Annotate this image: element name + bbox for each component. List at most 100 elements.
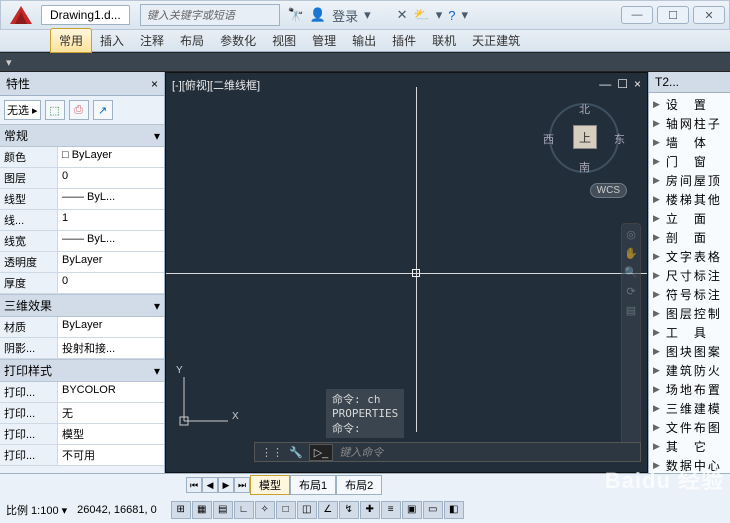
tree-item[interactable]: ▶尺寸标注 — [649, 266, 730, 285]
ribbon-tab-5[interactable]: 视图 — [264, 29, 304, 52]
ribbon-tab-9[interactable]: 联机 — [424, 29, 464, 52]
expand-icon[interactable]: ▶ — [653, 441, 662, 452]
tab-next-button[interactable]: ▶ — [218, 477, 234, 493]
scale-dropdown[interactable]: 比例 1:100 ▾ — [6, 502, 67, 518]
tree-item[interactable]: ▶图层控制 — [649, 304, 730, 323]
file-tab[interactable]: Drawing1.d... — [41, 5, 130, 25]
expand-icon[interactable]: ▶ — [653, 156, 662, 167]
prop-row[interactable]: 打印...不可用 — [0, 445, 164, 466]
sb-sc[interactable]: ◧ — [444, 501, 464, 519]
tab-last-button[interactable]: ⏭ — [234, 477, 250, 493]
prop-row[interactable]: 线...1 — [0, 210, 164, 231]
binoculars-icon[interactable]: 🔭 — [288, 7, 304, 23]
expand-icon[interactable]: ▶ — [653, 251, 662, 262]
sb-osnap[interactable]: □ — [276, 501, 296, 519]
tree-item[interactable]: ▶房间屋顶 — [649, 171, 730, 190]
prop-value[interactable]: 0 — [58, 168, 164, 188]
viewcube-top[interactable]: 上 — [573, 125, 597, 149]
help-icon[interactable]: ? — [448, 8, 455, 23]
expand-icon[interactable]: ▶ — [653, 194, 662, 205]
ribbon-tab-7[interactable]: 输出 — [344, 29, 384, 52]
tab-prev-button[interactable]: ◀ — [202, 477, 218, 493]
prop-row[interactable]: 线宽—— ByL... — [0, 231, 164, 252]
sb-tpy[interactable]: ▣ — [402, 501, 422, 519]
vp-minimize-icon[interactable]: — — [599, 77, 611, 91]
select-object-button[interactable]: ↗ — [93, 100, 113, 120]
app-logo[interactable] — [5, 2, 37, 28]
cmdline-handle-icon[interactable]: ⋮⋮ — [261, 446, 283, 459]
expand-icon[interactable]: ▶ — [653, 403, 662, 414]
expand-icon[interactable]: ▶ — [653, 365, 662, 376]
prop-value[interactable]: 不可用 — [58, 445, 164, 465]
ribbon-tab-10[interactable]: 天正建筑 — [464, 29, 528, 52]
dropdown-icon[interactable]: ▾ — [461, 7, 468, 23]
vp-maximize-icon[interactable]: ☐ — [617, 77, 628, 91]
tree-item[interactable]: ▶场地布置 — [649, 380, 730, 399]
prop-row[interactable]: 打印...BYCOLOR — [0, 382, 164, 403]
viewcube-north[interactable]: 北 — [579, 101, 590, 117]
search-input[interactable]: 键入关键字或短语 — [140, 4, 280, 26]
panel-close-icon[interactable]: × — [151, 77, 158, 91]
prop-row[interactable]: 透明度ByLayer — [0, 252, 164, 273]
sb-infer[interactable]: ⊞ — [171, 501, 191, 519]
tree-item[interactable]: ▶其 它 — [649, 437, 730, 456]
prop-category[interactable]: 打印样式▾ — [0, 359, 164, 382]
prop-row[interactable]: 颜色□ ByLayer — [0, 147, 164, 168]
prop-row[interactable]: 图层0 — [0, 168, 164, 189]
nav-bar[interactable]: ◎ ✋ 🔍 ⟳ ▤ — [621, 223, 641, 453]
sb-polar[interactable]: ✧ — [255, 501, 275, 519]
viewcube-east[interactable]: 东 — [614, 131, 625, 147]
prop-value[interactable]: 0 — [58, 273, 164, 293]
prop-row[interactable]: 线型—— ByL... — [0, 189, 164, 210]
sb-ortho[interactable]: ∟ — [234, 501, 254, 519]
expand-icon[interactable]: ▶ — [653, 308, 662, 319]
tree-item[interactable]: ▶立 面 — [649, 209, 730, 228]
prop-row[interactable]: 阴影...投射和接... — [0, 338, 164, 359]
layout-tab[interactable]: 模型 — [250, 475, 290, 495]
sb-dyn[interactable]: ✚ — [360, 501, 380, 519]
sb-grid[interactable]: ▤ — [213, 501, 233, 519]
orbit-icon[interactable]: ⟳ — [626, 285, 635, 298]
sb-snap[interactable]: ▦ — [192, 501, 212, 519]
sb-lwt[interactable]: ≡ — [381, 501, 401, 519]
close-button[interactable]: ✕ — [693, 6, 725, 24]
ribbon-tab-3[interactable]: 布局 — [172, 29, 212, 52]
signin-label[interactable]: 登录 — [332, 6, 358, 25]
sb-otrack[interactable]: ∠ — [318, 501, 338, 519]
pan-icon[interactable]: ✋ — [624, 247, 638, 260]
tree-item[interactable]: ▶建筑防火 — [649, 361, 730, 380]
prop-value[interactable]: —— ByL... — [58, 189, 164, 209]
ribbon-tab-4[interactable]: 参数化 — [212, 29, 264, 52]
prop-value[interactable]: ByLayer — [58, 317, 164, 337]
tab-first-button[interactable]: ⏮ — [186, 477, 202, 493]
tree-item[interactable]: ▶工 具 — [649, 323, 730, 342]
pickadd-button[interactable]: ⎙ — [69, 100, 89, 120]
layout-tab[interactable]: 布局2 — [336, 475, 382, 495]
tree-item[interactable]: ▶轴网柱子 — [649, 114, 730, 133]
ribbon-tab-1[interactable]: 插入 — [92, 29, 132, 52]
tree-item[interactable]: ▶符号标注 — [649, 285, 730, 304]
zoom-icon[interactable]: 🔍 — [624, 266, 638, 279]
dropdown-icon[interactable]: ▾ — [436, 7, 443, 23]
ribbon-tab-6[interactable]: 管理 — [304, 29, 344, 52]
expand-icon[interactable]: ▶ — [653, 422, 662, 433]
prop-value[interactable]: 模型 — [58, 424, 164, 444]
viewcube[interactable]: 北 南 东 西 上 — [549, 103, 619, 173]
dropdown-icon[interactable]: ▾ — [364, 7, 371, 23]
expand-icon[interactable]: ▶ — [653, 99, 662, 110]
prop-category[interactable]: 三维效果▾ — [0, 294, 164, 317]
expand-icon[interactable]: ▶ — [653, 346, 662, 357]
wcs-badge[interactable]: WCS — [590, 183, 627, 198]
prop-value[interactable]: □ ByLayer — [58, 147, 164, 167]
prop-row[interactable]: 打印...无 — [0, 403, 164, 424]
expand-icon[interactable]: ▶ — [653, 460, 662, 471]
cloud-icon[interactable]: ⛅ — [414, 7, 430, 23]
quickselect-button[interactable]: ⬚ — [45, 100, 65, 120]
prop-row[interactable]: 厚度0 — [0, 273, 164, 294]
expand-icon[interactable]: ▶ — [653, 384, 662, 395]
expand-icon[interactable]: ▶ — [653, 118, 662, 129]
tree-item[interactable]: ▶文件布图 — [649, 418, 730, 437]
tree-item[interactable]: ▶三维建模 — [649, 399, 730, 418]
sb-qp[interactable]: ▭ — [423, 501, 443, 519]
selection-dropdown[interactable]: 无选 ▸ — [4, 100, 41, 120]
